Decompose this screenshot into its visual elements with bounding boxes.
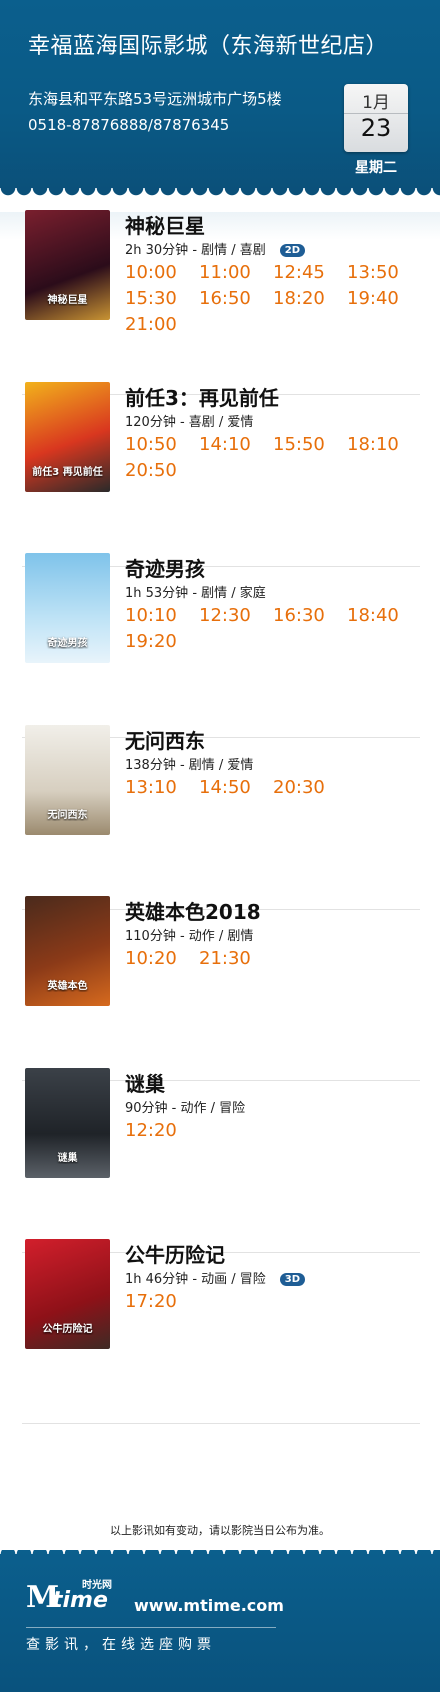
poster-title: 谜巢	[57, 1153, 78, 1164]
date-month: 1月	[362, 93, 390, 113]
showtime[interactable]: 12:20	[125, 1120, 177, 1141]
movie-title[interactable]: 谜巢	[125, 1068, 165, 1097]
showtime[interactable]: 20:50	[125, 460, 177, 481]
movie-meta-text: 2h 30分钟 - 剧情 / 喜剧	[125, 243, 266, 258]
movie-card[interactable]: 神秘巨星 神秘巨星 2h 30分钟 - 剧情 / 喜剧 2D 10:00 11:00 12:…	[22, 210, 420, 395]
movie-poster[interactable]: 奇迹男孩	[25, 553, 110, 663]
movie-title[interactable]: 奇迹男孩	[125, 553, 205, 582]
showtime[interactable]: 19:20	[125, 631, 177, 652]
showtime[interactable]: 12:30	[199, 605, 251, 626]
poster-title: 英雄本色	[47, 981, 88, 992]
showtime[interactable]: 14:50	[199, 777, 251, 798]
showtime[interactable]: 18:20	[273, 288, 325, 309]
movie-meta: 1h 53分钟 - 剧情 / 家庭	[125, 582, 266, 601]
movie-poster[interactable]: 无问西东	[25, 725, 110, 835]
movie-card[interactable]: 无问西东 无问西东 138分钟 - 剧情 / 爱情 13:10 14:50 20:30	[22, 725, 420, 910]
showtime[interactable]: 10:20	[125, 948, 177, 969]
movie-title[interactable]: 前任3：再见前任	[125, 382, 279, 411]
showtime[interactable]: 21:00	[125, 314, 177, 335]
showtime[interactable]: 16:50	[199, 288, 251, 309]
showtime[interactable]: 15:50	[273, 434, 325, 455]
movie-meta-text: 110分钟 - 动作 / 剧情	[125, 929, 254, 944]
showtime[interactable]: 18:10	[347, 434, 399, 455]
format-badge: 3D	[279, 1273, 306, 1286]
movie-card[interactable]: 谜巢 谜巢 90分钟 - 动作 / 冒险 12:20	[22, 1068, 420, 1253]
movie-meta-text: 1h 46分钟 - 动画 / 冒险	[125, 1272, 266, 1287]
movie-poster[interactable]: 谜巢	[25, 1068, 110, 1178]
mtime-footer: M time 时光网 www.mtime.com 查影讯，在线选座购票	[0, 1550, 440, 1692]
poster-title: 前任3 再见前任	[32, 467, 103, 478]
showtime[interactable]: 13:50	[347, 262, 399, 283]
movie-meta: 1h 46分钟 - 动画 / 冒险 3D	[125, 1268, 306, 1287]
poster-title: 公牛历险记	[42, 1324, 93, 1335]
schedule-notice: 以上影讯如有变动，请以影院当日公布为准。	[110, 1524, 330, 1537]
cinema-header: 幸福蓝海国际影城（东海新世纪店） 东海县和平东路53号远洲城市广场5楼 0518…	[0, 0, 440, 200]
showtime[interactable]: 10:50	[125, 434, 177, 455]
cinema-address: 东海县和平东路53号远洲城市广场5楼	[28, 90, 282, 108]
movie-meta: 138分钟 - 剧情 / 爱情	[125, 754, 253, 773]
movie-poster[interactable]: 前任3 再见前任	[25, 382, 110, 492]
showtime[interactable]: 10:10	[125, 605, 177, 626]
movie-meta-text: 120分钟 - 喜剧 / 爱情	[125, 415, 254, 430]
date-card: 1月 23	[344, 84, 408, 152]
showtime[interactable]: 16:30	[273, 605, 325, 626]
showtime[interactable]: 15:30	[125, 288, 177, 309]
movie-title[interactable]: 公牛历险记	[125, 1239, 225, 1268]
showtime[interactable]: 21:30	[199, 948, 251, 969]
showtime[interactable]: 11:00	[199, 262, 251, 283]
mtime-logo-time[interactable]: time	[52, 1588, 108, 1613]
movie-meta: 120分钟 - 喜剧 / 爱情	[125, 411, 253, 430]
format-badge: 2D	[279, 244, 306, 257]
cinema-name: 幸福蓝海国际影城（东海新世纪店）	[28, 34, 389, 59]
showtime[interactable]: 13:10	[125, 777, 177, 798]
movie-meta: 90分钟 - 动作 / 冒险	[125, 1097, 245, 1116]
weekday: 星期二	[355, 160, 397, 176]
movie-title[interactable]: 神秘巨星	[125, 210, 205, 239]
movie-meta: 110分钟 - 动作 / 剧情	[125, 925, 253, 944]
showtime[interactable]: 17:20	[125, 1291, 177, 1312]
mtime-logo-cn: 时光网	[82, 1580, 112, 1591]
movie-title[interactable]: 无问西东	[125, 725, 205, 754]
date-day: 23	[360, 114, 392, 142]
movie-meta: 2h 30分钟 - 剧情 / 喜剧 2D	[125, 239, 306, 258]
movie-card[interactable]: 前任3 再见前任 前任3：再见前任 120分钟 - 喜剧 / 爱情 10:50 14:1…	[22, 382, 420, 567]
movie-card[interactable]: 奇迹男孩 奇迹男孩 1h 53分钟 - 剧情 / 家庭 10:10 12:30 16:30…	[22, 553, 420, 738]
movie-poster[interactable]: 公牛历险记	[25, 1239, 110, 1349]
movie-meta-text: 1h 53分钟 - 剧情 / 家庭	[125, 586, 266, 601]
scallop-edge-bottom	[0, 1538, 440, 1554]
showtime[interactable]: 10:00	[125, 262, 177, 283]
movie-poster[interactable]: 英雄本色	[25, 896, 110, 1006]
poster-title: 神秘巨星	[47, 295, 88, 306]
showtime[interactable]: 14:10	[199, 434, 251, 455]
movie-poster[interactable]: 神秘巨星	[25, 210, 110, 320]
mtime-site-link[interactable]: www.mtime.com	[134, 1596, 284, 1615]
showtime[interactable]: 20:30	[273, 777, 325, 798]
scallop-edge-top	[0, 188, 440, 212]
showtime[interactable]: 18:40	[347, 605, 399, 626]
movie-title[interactable]: 英雄本色2018	[125, 896, 261, 925]
footer-divider	[26, 1627, 276, 1628]
movie-card[interactable]: 公牛历险记 公牛历险记 1h 46分钟 - 动画 / 冒险 3D 17:20	[22, 1239, 420, 1424]
cinema-phone[interactable]: 0518-87876888/87876345	[28, 116, 229, 134]
movie-meta-text: 90分钟 - 动作 / 冒险	[125, 1101, 246, 1116]
movie-divider	[22, 1423, 420, 1424]
poster-title: 奇迹男孩	[47, 638, 88, 649]
showtime[interactable]: 19:40	[347, 288, 399, 309]
movie-meta-text: 138分钟 - 剧情 / 爱情	[125, 758, 254, 773]
movie-card[interactable]: 英雄本色 英雄本色2018 110分钟 - 动作 / 剧情 10:20 21:30	[22, 896, 420, 1081]
footer-tagline: 查影讯，在线选座购票	[26, 1637, 216, 1653]
showtime[interactable]: 12:45	[273, 262, 325, 283]
poster-title: 无问西东	[47, 810, 88, 821]
